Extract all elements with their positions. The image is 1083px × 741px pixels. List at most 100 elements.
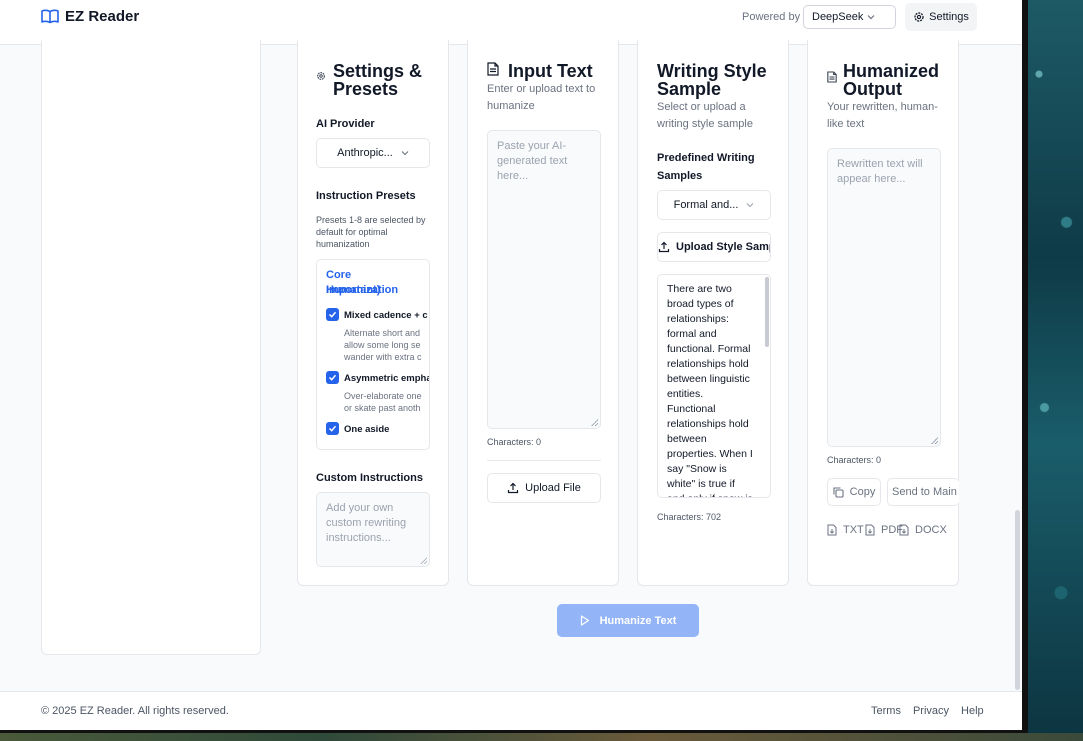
input-text-subtitle: Enter or upload text to humanize bbox=[487, 83, 596, 112]
input-text-area[interactable]: Paste your AI-generated text here... bbox=[487, 130, 601, 429]
humanize-text-label: Humanize Text bbox=[599, 614, 677, 627]
predefined-samples-label: Predefined Writing Samples bbox=[657, 152, 755, 182]
footer-copyright: © 2025 EZ Reader. All rights reserved. bbox=[41, 705, 229, 717]
input-char-count: Characters: 0 bbox=[487, 437, 542, 447]
ai-provider-label: AI Provider bbox=[316, 118, 375, 130]
presets-note-line3: humanization bbox=[316, 239, 370, 249]
top-header: EZ Reader Powered by DeepSeek Settings bbox=[0, 0, 1022, 45]
powered-by-label: Powered by bbox=[742, 11, 801, 23]
check-icon bbox=[328, 311, 337, 318]
copy-button[interactable]: Copy bbox=[827, 478, 881, 506]
download-docx-button[interactable]: DOCX bbox=[897, 516, 959, 544]
footer-link-privacy[interactable]: Privacy bbox=[913, 705, 949, 717]
upload-icon bbox=[658, 241, 670, 253]
provider-select[interactable]: DeepSeek bbox=[803, 5, 896, 29]
preset-group-heading-line2: Important) bbox=[326, 284, 381, 296]
copy-icon bbox=[833, 486, 844, 498]
chevron-down-icon bbox=[401, 150, 409, 156]
custom-instructions-label: Custom Instructions bbox=[316, 472, 423, 484]
provider-select-value: DeepSeek bbox=[812, 11, 864, 23]
desktop-wallpaper bbox=[1028, 0, 1083, 741]
app-title: EZ Reader bbox=[65, 8, 140, 25]
input-text-placeholder: Paste your AI-generated text here... bbox=[497, 140, 568, 182]
predefined-samples-select[interactable]: Formal and... bbox=[657, 190, 771, 220]
output-char-count: Characters: 0 bbox=[827, 455, 882, 465]
settings-title-line1: Settings & bbox=[333, 61, 423, 81]
humanized-output-card: Humanized Output Your rewritten, human-l… bbox=[807, 40, 959, 586]
preset-label-2: Asymmetric empha bbox=[344, 373, 430, 384]
preset-desc-2-line2: or skate past anoth bbox=[344, 403, 421, 413]
upload-style-sample-button[interactable]: Upload Style Sample bbox=[657, 232, 771, 262]
upload-style-sample-label: Upload Style Sample bbox=[676, 241, 770, 253]
preset-label-1: Mixed cadence + c bbox=[344, 310, 428, 321]
output-text-area[interactable]: Rewritten text will appear here... bbox=[827, 148, 941, 447]
docx-label: DOCX bbox=[915, 524, 947, 536]
custom-instructions-input[interactable]: Add your own custom rewriting instructio… bbox=[316, 492, 430, 567]
presets-note-line1: Presets 1-8 are selected by bbox=[316, 215, 426, 225]
settings-button[interactable]: Settings bbox=[905, 3, 977, 31]
chevron-down-icon bbox=[746, 202, 754, 208]
resize-handle-icon[interactable] bbox=[420, 557, 427, 564]
output-title-line1: Humanized bbox=[843, 61, 940, 81]
page-scrollbar[interactable] bbox=[1015, 510, 1020, 690]
footer: © 2025 EZ Reader. All rights reserved. T… bbox=[0, 691, 1022, 730]
play-icon bbox=[580, 615, 590, 626]
style-sample-text: There are two broad types of relationshi… bbox=[667, 283, 753, 497]
footer-link-help[interactable]: Help bbox=[961, 705, 984, 717]
file-download-icon bbox=[827, 524, 837, 536]
settings-title-line2: Presets bbox=[333, 79, 399, 99]
preset-checkbox-2[interactable] bbox=[326, 371, 339, 384]
humanize-text-button[interactable]: Humanize Text bbox=[557, 604, 699, 637]
preset-checkbox-1[interactable] bbox=[326, 308, 339, 321]
ai-provider-select[interactable]: Anthropic... bbox=[316, 138, 430, 168]
upload-file-button[interactable]: Upload File bbox=[487, 473, 601, 503]
preset-desc-1-line3: wander with extra c bbox=[344, 352, 422, 362]
preset-desc-1-line2: allow some long se bbox=[344, 340, 421, 350]
file-download-icon bbox=[899, 524, 909, 536]
send-to-main-button[interactable]: Send to Main bbox=[887, 478, 959, 506]
app-window: EZ Reader Powered by DeepSeek Settings S… bbox=[0, 0, 1028, 733]
predefined-samples-value: Formal and... bbox=[673, 199, 739, 211]
preset-checkbox-3[interactable] bbox=[326, 422, 339, 435]
instruction-presets-label: Instruction Presets bbox=[316, 190, 416, 202]
footer-link-terms[interactable]: Terms bbox=[871, 705, 901, 717]
check-icon bbox=[328, 425, 337, 432]
presets-list: Core Humanization Important) Mixed caden… bbox=[316, 259, 430, 450]
send-to-main-label: Send to Main bbox=[892, 486, 957, 498]
input-text-card: Input Text Enter or upload text to human… bbox=[467, 40, 619, 586]
style-sample-textarea[interactable]: There are two broad types of relationshi… bbox=[657, 274, 771, 498]
chevron-down-icon bbox=[867, 14, 875, 20]
input-text-title: Input Text bbox=[508, 61, 593, 81]
ai-provider-value: Anthropic... bbox=[337, 147, 393, 159]
output-placeholder: Rewritten text will appear here... bbox=[837, 158, 923, 185]
brand[interactable]: EZ Reader bbox=[41, 8, 139, 25]
style-subtitle: Select or upload a writing style sample bbox=[657, 101, 753, 130]
custom-instructions-placeholder: Add your own custom rewriting instructio… bbox=[326, 502, 407, 544]
txt-label: TXT bbox=[843, 524, 864, 536]
preset-desc-2-line1: Over-elaborate one bbox=[344, 391, 422, 401]
footer-links: Terms Privacy Help bbox=[871, 705, 984, 717]
scrollbar[interactable] bbox=[765, 277, 769, 347]
settings-presets-card: Settings & Presets AI Provider Anthropic… bbox=[297, 40, 449, 586]
style-title-line1: Writing Style bbox=[657, 61, 767, 81]
upload-icon bbox=[507, 482, 519, 494]
gear-icon bbox=[316, 71, 326, 81]
settings-label: Settings bbox=[929, 11, 969, 23]
preset-label-3: One aside bbox=[344, 424, 390, 435]
file-download-icon bbox=[865, 524, 875, 536]
style-title-line2: Sample bbox=[657, 79, 722, 99]
presets-note-line2: default for optimal bbox=[316, 227, 388, 237]
preset-desc-1-line1: Alternate short and bbox=[344, 328, 421, 338]
output-title-line2: Output bbox=[843, 79, 902, 99]
desktop-wallpaper-bottom bbox=[0, 733, 1083, 741]
style-char-count: Characters: 702 bbox=[657, 512, 722, 522]
output-subtitle: Your rewritten, human-like text bbox=[827, 101, 938, 130]
writing-style-card: Writing Style Sample Select or upload a … bbox=[637, 40, 789, 586]
resize-handle-icon[interactable] bbox=[931, 437, 938, 444]
file-text-icon bbox=[827, 71, 837, 83]
file-text-icon bbox=[487, 62, 499, 76]
sidebar-panel bbox=[41, 40, 261, 655]
divider bbox=[487, 460, 601, 461]
check-icon bbox=[328, 374, 337, 381]
resize-handle-icon[interactable] bbox=[591, 419, 598, 426]
